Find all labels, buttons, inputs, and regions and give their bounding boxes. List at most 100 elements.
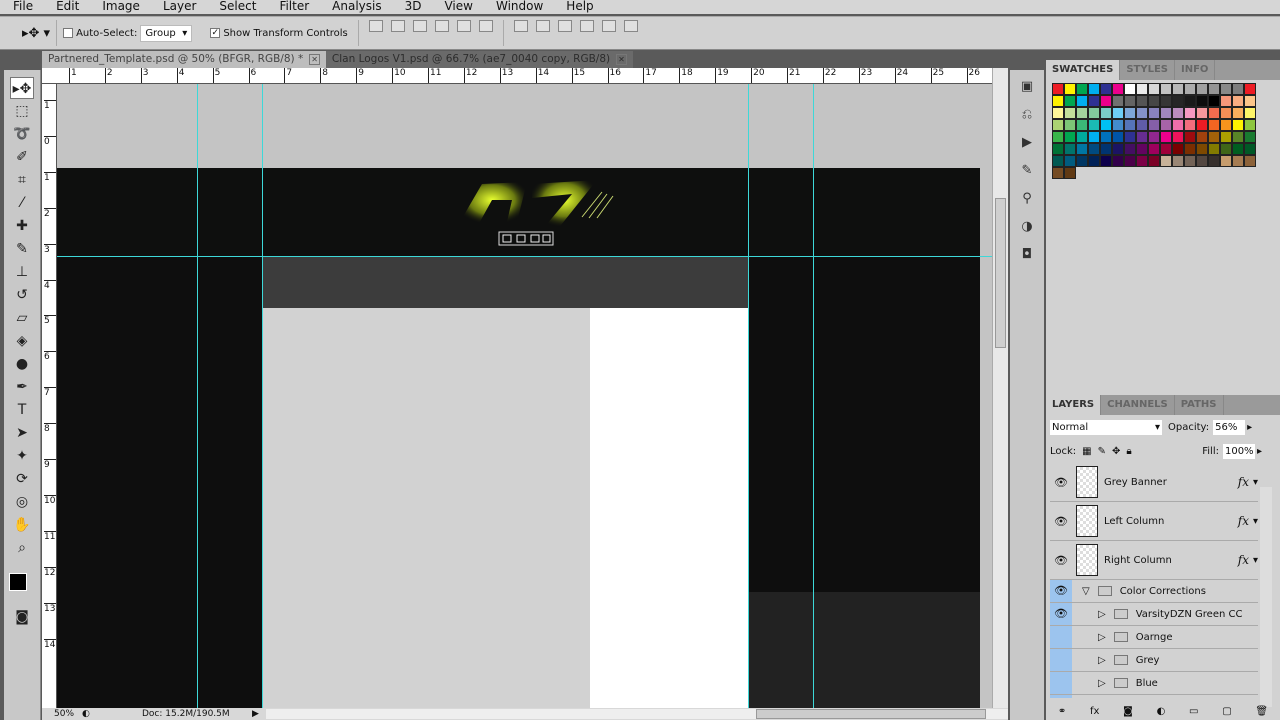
- close-icon[interactable]: ✕: [309, 54, 320, 65]
- color-swatch[interactable]: [1148, 107, 1160, 119]
- color-swatch[interactable]: [1184, 107, 1196, 119]
- color-swatch[interactable]: [1112, 131, 1124, 143]
- lock-transparency-icon[interactable]: ▦: [1082, 446, 1091, 457]
- eye-icon[interactable]: 👁︎: [1050, 554, 1072, 567]
- layer-row[interactable]: 👁︎ Grey Banner fx ▾: [1050, 463, 1258, 502]
- color-swatch[interactable]: [1208, 131, 1220, 143]
- color-swatch[interactable]: [1136, 95, 1148, 107]
- auto-select-dropdown[interactable]: Group ▾: [140, 24, 193, 42]
- color-swatch[interactable]: [1052, 143, 1064, 155]
- color-swatch[interactable]: [1052, 167, 1064, 179]
- color-swatch[interactable]: [1112, 119, 1124, 131]
- color-swatch[interactable]: [1112, 95, 1124, 107]
- tab-channels[interactable]: CHANNELS: [1101, 395, 1175, 415]
- color-swatch[interactable]: [1148, 83, 1160, 95]
- tab-info[interactable]: INFO: [1175, 60, 1216, 80]
- color-swatch[interactable]: [1172, 95, 1184, 107]
- layer-row[interactable]: 👁︎ Right Column fx ▾: [1050, 541, 1258, 580]
- color-swatch[interactable]: [1052, 119, 1064, 131]
- document-canvas[interactable]: [57, 84, 992, 708]
- align-button[interactable]: [478, 20, 493, 32]
- color-swatch[interactable]: [1124, 143, 1136, 155]
- pen-tool-icon[interactable]: ✒: [10, 376, 34, 398]
- color-swatch[interactable]: [1076, 119, 1088, 131]
- eye-icon[interactable]: [1050, 695, 1072, 698]
- hand-tool-icon[interactable]: ✋: [10, 514, 34, 536]
- color-swatch[interactable]: [1112, 107, 1124, 119]
- guide-vertical[interactable]: [262, 84, 263, 708]
- tab-styles[interactable]: STYLES: [1120, 60, 1175, 80]
- eye-icon[interactable]: [1050, 672, 1072, 694]
- color-swatch[interactable]: [1220, 83, 1232, 95]
- color-swatch[interactable]: [1100, 155, 1112, 167]
- color-swatch[interactable]: [1088, 83, 1100, 95]
- color-swatch[interactable]: [1112, 143, 1124, 155]
- menu-edit[interactable]: Edit: [43, 0, 89, 14]
- vertical-scrollbar[interactable]: [992, 68, 1008, 708]
- color-swatch[interactable]: [1232, 119, 1244, 131]
- color-swatch[interactable]: [1136, 83, 1148, 95]
- color-swatch[interactable]: [1220, 107, 1232, 119]
- color-swatch[interactable]: [1064, 167, 1076, 179]
- menu-3d[interactable]: 3D: [392, 0, 432, 14]
- fx-icon[interactable]: fx: [1090, 706, 1099, 720]
- color-swatch[interactable]: [1208, 155, 1220, 167]
- tab-paths[interactable]: PATHS: [1175, 395, 1224, 415]
- zoom-level[interactable]: 50%: [42, 709, 82, 719]
- color-swatch[interactable]: [1244, 119, 1256, 131]
- color-swatch[interactable]: [1136, 107, 1148, 119]
- menu-select[interactable]: Select: [206, 0, 266, 14]
- auto-select-checkbox[interactable]: Auto-Select:: [63, 27, 137, 39]
- color-swatch[interactable]: [1172, 119, 1184, 131]
- new-group-icon[interactable]: ▭: [1189, 706, 1198, 720]
- chevron-down-icon[interactable]: ▾: [1253, 477, 1258, 488]
- healing-tool-icon[interactable]: ✚: [10, 215, 34, 237]
- color-swatch[interactable]: [1136, 131, 1148, 143]
- triangle-right-icon[interactable]: ▷: [1098, 609, 1106, 620]
- guide-vertical[interactable]: [748, 84, 749, 708]
- color-swatch[interactable]: [1208, 95, 1220, 107]
- color-swatch[interactable]: [1064, 119, 1076, 131]
- brush-tool-icon[interactable]: ✎: [10, 238, 34, 260]
- color-swatch[interactable]: [1244, 83, 1256, 95]
- color-swatch[interactable]: [1172, 155, 1184, 167]
- color-swatch[interactable]: [1244, 143, 1256, 155]
- color-swatch[interactable]: [1052, 83, 1064, 95]
- color-swatch[interactable]: [1100, 131, 1112, 143]
- color-swatch[interactable]: [1100, 107, 1112, 119]
- color-swatch[interactable]: [1160, 107, 1172, 119]
- menu-window[interactable]: Window: [483, 0, 553, 14]
- color-swatch[interactable]: [1076, 143, 1088, 155]
- chevron-down-icon[interactable]: ▾: [1253, 555, 1258, 566]
- group-row[interactable]: ▷Pink: [1050, 695, 1258, 698]
- eye-icon[interactable]: [1050, 626, 1072, 648]
- color-swatch[interactable]: [1172, 143, 1184, 155]
- tab-document[interactable]: Partnered_Template.psd @ 50% (BFGR, RGB/…: [42, 51, 326, 68]
- color-swatch[interactable]: [1184, 119, 1196, 131]
- color-swatch[interactable]: [1052, 131, 1064, 143]
- color-swatch[interactable]: [1088, 131, 1100, 143]
- color-swatch[interactable]: [1124, 155, 1136, 167]
- color-swatch[interactable]: [1184, 155, 1196, 167]
- align-button[interactable]: [535, 20, 550, 32]
- color-swatch[interactable]: [1076, 83, 1088, 95]
- layer-row[interactable]: 👁︎ Left Column fx ▾: [1050, 502, 1258, 541]
- crop-tool-icon[interactable]: ⌗: [10, 169, 34, 191]
- color-swatch[interactable]: [1184, 83, 1196, 95]
- fx-icon[interactable]: fx: [1238, 553, 1249, 567]
- scrollbar-thumb[interactable]: [756, 709, 986, 719]
- color-swatch[interactable]: [1196, 83, 1208, 95]
- color-swatch[interactable]: [1148, 131, 1160, 143]
- color-swatch[interactable]: [1196, 119, 1208, 131]
- eraser-tool-icon[interactable]: ▱: [10, 307, 34, 329]
- color-swatch[interactable]: [1232, 143, 1244, 155]
- quick-select-tool-icon[interactable]: ✐: [10, 146, 34, 168]
- color-swatch[interactable]: [1100, 119, 1112, 131]
- group-row[interactable]: ▷ Blue: [1050, 672, 1258, 695]
- history-brush-tool-icon[interactable]: ↺: [10, 284, 34, 306]
- mini-bridge-icon[interactable]: ▣: [1016, 76, 1038, 98]
- status-menu-icon[interactable]: ◐: [82, 709, 102, 719]
- color-swatch[interactable]: [1184, 131, 1196, 143]
- color-swatch[interactable]: [1196, 107, 1208, 119]
- shape-tool-icon[interactable]: ✦: [10, 445, 34, 467]
